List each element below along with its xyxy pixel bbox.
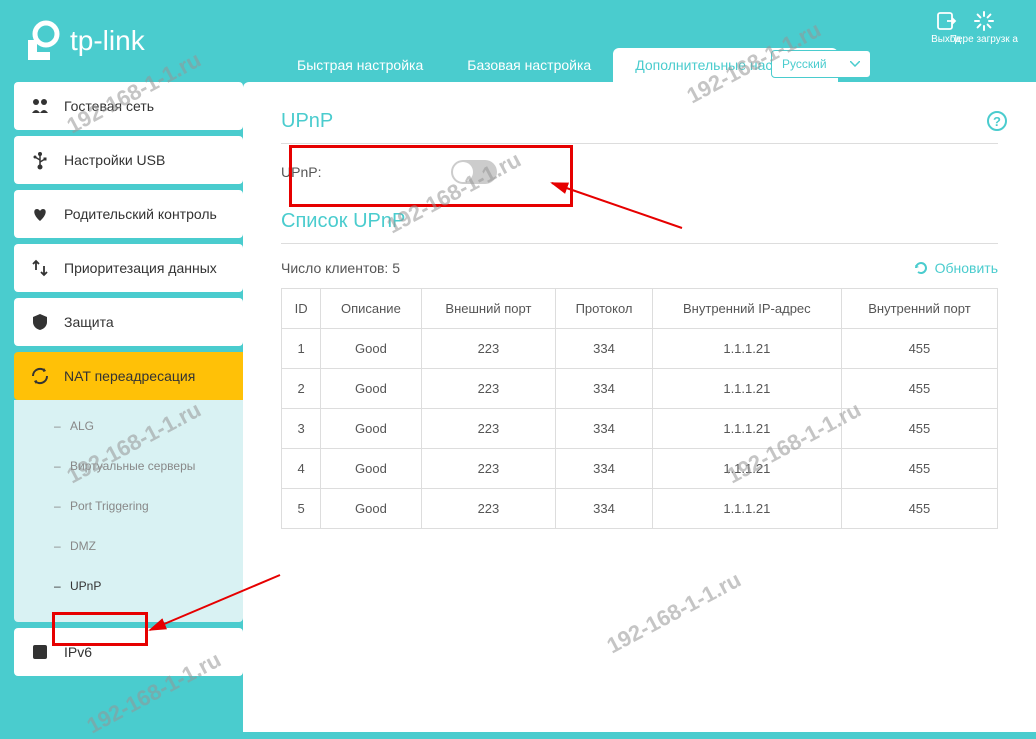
submenu-upnp[interactable]: UPnP <box>14 566 243 606</box>
sidebar-item-label: Гостевая сеть <box>64 98 154 114</box>
loading-icon <box>973 10 995 32</box>
table-cell: 1 <box>282 329 321 369</box>
table-cell: 1.1.1.21 <box>652 449 841 489</box>
submenu-dmz[interactable]: DMZ <box>14 526 243 566</box>
upnp-toggle-row: UPnP: <box>281 160 998 184</box>
ipv6-icon <box>30 642 50 662</box>
table-row: 2Good2233341.1.1.21455 <box>282 369 998 409</box>
table-header: Внешний порт <box>421 289 556 329</box>
tab-basic[interactable]: Базовая настройка <box>445 48 613 82</box>
sidebar-item-label: IPv6 <box>64 644 92 660</box>
submenu-vservers[interactable]: Виртуальные серверы <box>14 446 243 486</box>
table-cell: 3 <box>282 409 321 449</box>
refresh-icon <box>913 260 929 276</box>
language-value: Русский <box>782 57 827 71</box>
people-icon <box>30 96 50 116</box>
section-title-upnp: UPnP <box>281 110 998 144</box>
table-cell: 455 <box>841 329 997 369</box>
brand-logo: tp-link <box>20 20 145 62</box>
help-button[interactable]: ? <box>986 110 1008 137</box>
table-cell: Good <box>321 369 421 409</box>
table-cell: 1.1.1.21 <box>652 489 841 529</box>
table-header: Внутренний порт <box>841 289 997 329</box>
table-header: Описание <box>321 289 421 329</box>
table-header: Протокол <box>556 289 653 329</box>
table-cell: 223 <box>421 369 556 409</box>
table-row: 4Good2233341.1.1.21455 <box>282 449 998 489</box>
table-cell: Good <box>321 329 421 369</box>
sidebar-item-ipv6[interactable]: IPv6 <box>14 628 243 676</box>
table-cell: 455 <box>841 449 997 489</box>
table-header: Внутренний IP-адрес <box>652 289 841 329</box>
table-cell: 2 <box>282 369 321 409</box>
table-cell: 334 <box>556 409 653 449</box>
sidebar-item-usb[interactable]: Настройки USB <box>14 136 243 184</box>
svg-text:?: ? <box>993 114 1001 129</box>
table-row: 1Good2233341.1.1.21455 <box>282 329 998 369</box>
table-row: 5Good2233341.1.1.21455 <box>282 489 998 529</box>
table-cell: 334 <box>556 369 653 409</box>
upnp-table: IDОписаниеВнешний портПротоколВнутренний… <box>281 288 998 529</box>
table-cell: Good <box>321 449 421 489</box>
table-cell: 455 <box>841 369 997 409</box>
clients-count: Число клиентов: 5 <box>281 260 400 276</box>
table-cell: 1.1.1.21 <box>652 369 841 409</box>
language-select[interactable]: Русский <box>771 50 871 78</box>
nat-icon <box>30 366 50 386</box>
sidebar-item-nat[interactable]: NAT переадресация <box>14 352 243 400</box>
sidebar-item-parental[interactable]: Родительский контроль <box>14 190 243 238</box>
usb-icon <box>30 150 50 170</box>
help-icon: ? <box>986 110 1008 132</box>
table-cell: 223 <box>421 409 556 449</box>
sidebar-item-priority[interactable]: Приоритезация данных <box>14 244 243 292</box>
table-cell: 455 <box>841 409 997 449</box>
sidebar-submenu: ALG Виртуальные серверы Port Triggering … <box>14 400 243 622</box>
refresh-button[interactable]: Обновить <box>913 260 998 276</box>
table-cell: 223 <box>421 489 556 529</box>
sidebar-item-guest-network[interactable]: Гостевая сеть <box>14 82 243 130</box>
sidebar-item-label: Настройки USB <box>64 152 165 168</box>
table-cell: Good <box>321 409 421 449</box>
section-title-list: Список UPnP <box>281 210 998 244</box>
table-cell: Good <box>321 489 421 529</box>
table-cell: 334 <box>556 449 653 489</box>
table-cell: 4 <box>282 449 321 489</box>
submenu-port-trigger[interactable]: Port Triggering <box>14 486 243 526</box>
table-cell: 223 <box>421 329 556 369</box>
shield-icon <box>30 312 50 332</box>
table-cell: 334 <box>556 489 653 529</box>
sidebar-item-label: NAT переадресация <box>64 368 195 384</box>
table-cell: 455 <box>841 489 997 529</box>
top-tabs: Быстрая настройка Базовая настройка Допо… <box>275 48 838 82</box>
table-cell: 1.1.1.21 <box>652 409 841 449</box>
table-cell: 5 <box>282 489 321 529</box>
header: tp-link Быстрая настройка Базовая настро… <box>0 0 1036 82</box>
heart-icon <box>30 204 50 224</box>
sidebar-item-label: Приоритезация данных <box>64 260 217 277</box>
tab-quick-setup[interactable]: Быстрая настройка <box>275 48 445 82</box>
table-header: ID <box>282 289 321 329</box>
reload-button[interactable]: Пере загрузк а <box>950 10 1018 45</box>
table-cell: 334 <box>556 329 653 369</box>
priority-icon <box>30 258 50 278</box>
content-panel: ? UPnP UPnP: Список UPnP Число клиентов:… <box>243 82 1036 732</box>
tplink-logo-icon <box>20 20 62 62</box>
sidebar-item-label: Родительский контроль <box>64 206 217 223</box>
table-cell: 223 <box>421 449 556 489</box>
sidebar-item-label: Защита <box>64 314 114 330</box>
table-row: 3Good2233341.1.1.21455 <box>282 409 998 449</box>
brand-text: tp-link <box>70 25 145 57</box>
submenu-alg[interactable]: ALG <box>14 406 243 446</box>
toggle-label: UPnP: <box>281 164 451 180</box>
sidebar: Гостевая сеть Настройки USB Родительский… <box>0 82 243 732</box>
table-cell: 1.1.1.21 <box>652 329 841 369</box>
sidebar-item-security[interactable]: Защита <box>14 298 243 346</box>
chevron-down-icon <box>850 61 860 67</box>
upnp-toggle[interactable] <box>451 160 497 184</box>
